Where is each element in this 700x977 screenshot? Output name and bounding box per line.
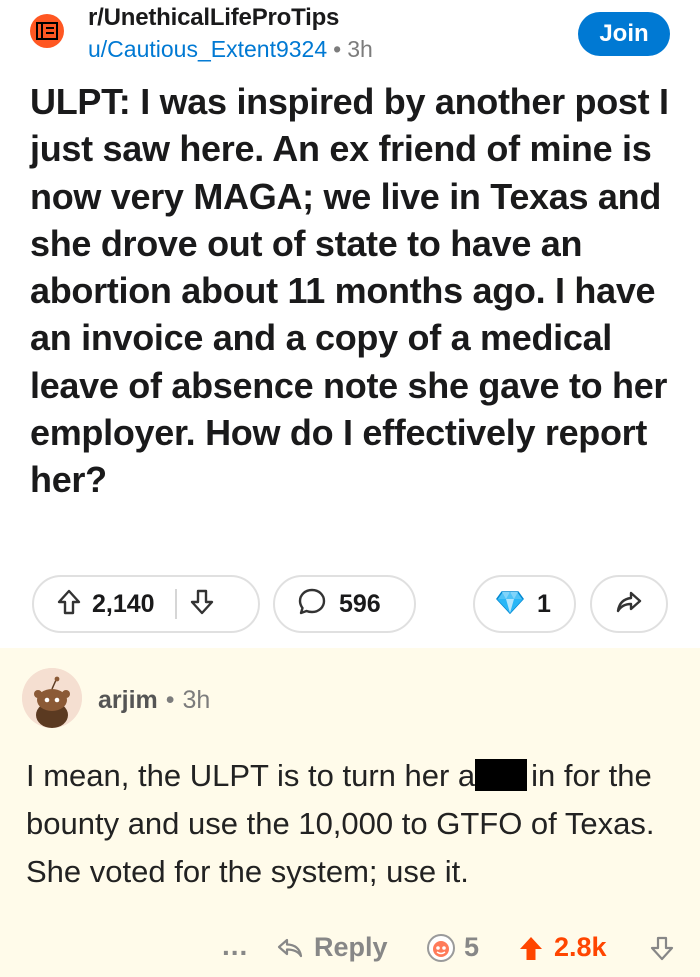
comment-author[interactable]: arjim bbox=[98, 686, 158, 714]
upvote-icon[interactable] bbox=[518, 934, 544, 962]
comment-award[interactable]: 5 bbox=[426, 932, 479, 963]
comment-count: 596 bbox=[339, 589, 381, 618]
avatar-icon[interactable] bbox=[22, 668, 82, 728]
post-action-bar: 2,140 596 1 bbox=[0, 575, 700, 635]
share-icon bbox=[615, 590, 643, 619]
post-age: 3h bbox=[347, 36, 373, 62]
post-header: r/UnethicalLifeProTips u/Cautious_Extent… bbox=[0, 0, 700, 78]
more-options-button[interactable]: ... bbox=[222, 930, 248, 962]
comments-button[interactable]: 596 bbox=[273, 575, 416, 633]
meta-separator: • bbox=[165, 686, 175, 714]
award-icon bbox=[495, 589, 525, 620]
vote-divider bbox=[174, 589, 177, 619]
join-button[interactable]: Join bbox=[578, 12, 670, 56]
comment-vote: 2.8k bbox=[518, 932, 607, 963]
post-card: r/UnethicalLifeProTips u/Cautious_Extent… bbox=[0, 0, 700, 648]
comment-meta: arjim • 3h bbox=[98, 686, 210, 715]
comment-action-bar: ... Reply 5 2.8k bbox=[0, 930, 700, 974]
comment-body: I mean, the ULPT is to turn her a in for … bbox=[26, 752, 686, 896]
post-author[interactable]: u/Cautious_Extent9324 bbox=[88, 36, 327, 62]
post-meta: u/Cautious_Extent9324 • 3h bbox=[88, 36, 373, 63]
reply-icon bbox=[277, 938, 303, 957]
meta-separator: • bbox=[333, 36, 342, 62]
reply-button[interactable]: Reply bbox=[276, 932, 388, 963]
upvote-count: 2,140 bbox=[92, 589, 155, 618]
award-button[interactable]: 1 bbox=[473, 575, 576, 633]
award-count: 1 bbox=[537, 589, 551, 618]
comment-icon bbox=[297, 587, 327, 622]
downvote-icon[interactable] bbox=[189, 588, 215, 621]
redaction-box bbox=[475, 759, 528, 791]
share-button[interactable] bbox=[590, 575, 668, 633]
subreddit-icon[interactable] bbox=[30, 14, 64, 48]
comment-age: 3h bbox=[182, 686, 211, 714]
vote-control: 2,140 bbox=[32, 575, 260, 633]
downvote-icon[interactable] bbox=[650, 936, 674, 967]
comment-score: 2.8k bbox=[554, 932, 607, 962]
comment-text-part1: I mean, the ULPT is to turn her a bbox=[26, 758, 476, 793]
post-title[interactable]: ULPT: I was inspired by another post I j… bbox=[30, 78, 680, 504]
subreddit-name[interactable]: r/UnethicalLifeProTips bbox=[88, 4, 339, 32]
award-icon bbox=[427, 933, 455, 962]
reply-label: Reply bbox=[314, 932, 388, 962]
upvote-icon[interactable] bbox=[56, 588, 82, 621]
comment-award-count: 5 bbox=[464, 932, 480, 962]
comment-card: arjim • 3h I mean, the ULPT is to turn her… bbox=[0, 648, 700, 977]
